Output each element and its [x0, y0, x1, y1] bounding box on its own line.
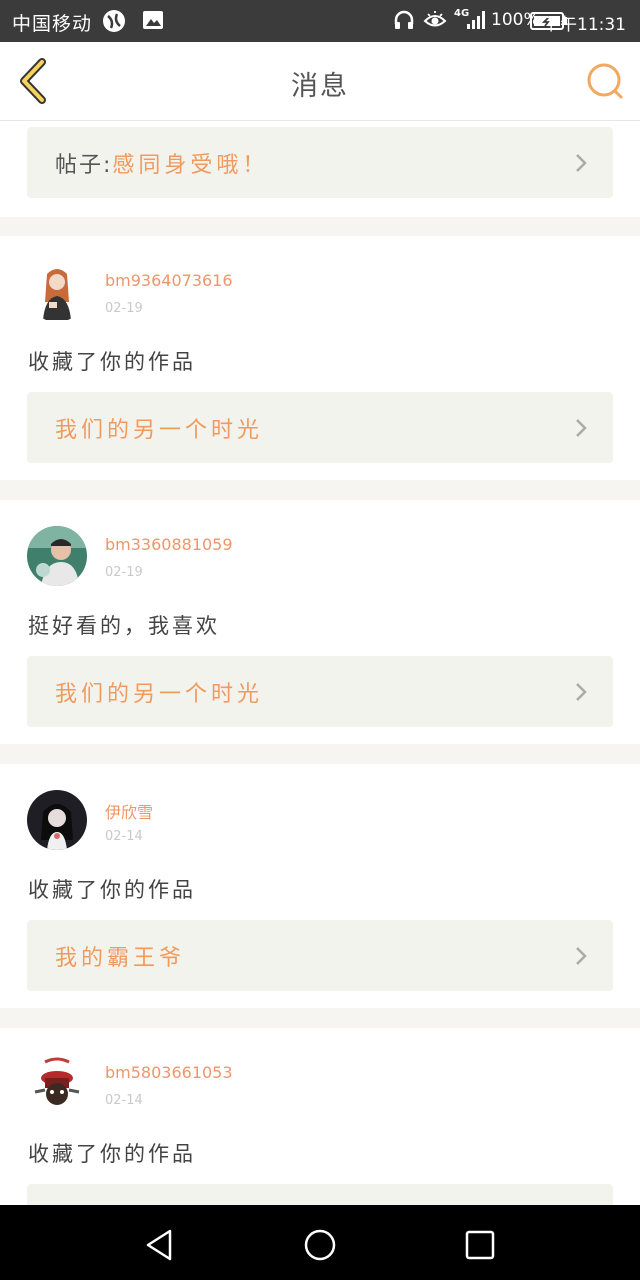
username[interactable]: bm5803661053 — [105, 1063, 233, 1082]
chevron-right-icon — [576, 154, 587, 172]
post-link-card[interactable]: 帖子:感同身受哦！ — [27, 127, 613, 198]
work-link-card[interactable] — [27, 1184, 613, 1205]
clock: 下午11:31 — [543, 15, 626, 35]
message-text: 收藏了你的作品 — [28, 1142, 196, 1166]
post-prefix: 帖子: — [55, 153, 113, 178]
signal-icon — [467, 11, 485, 29]
user-avatar[interactable] — [27, 526, 87, 586]
work-link-card[interactable]: 我们的另一个时光 — [27, 392, 613, 463]
timestamp: 02-14 — [105, 1093, 143, 1108]
browser-icon — [103, 10, 125, 32]
message-text: 收藏了你的作品 — [28, 350, 196, 374]
timestamp: 02-14 — [105, 829, 143, 844]
page-title: 消息 — [291, 71, 349, 102]
eye-comfort-icon — [423, 11, 447, 27]
list-item: bm9364073616 02-19 收藏了你的作品 我们的另一个时光 — [0, 236, 640, 480]
username[interactable]: bm3360881059 — [105, 535, 233, 554]
username[interactable]: 伊欣雪 — [105, 799, 153, 823]
user-avatar[interactable] — [27, 262, 87, 322]
chevron-right-icon — [576, 947, 587, 965]
message-text: 收藏了你的作品 — [28, 878, 196, 902]
timestamp: 02-19 — [105, 301, 143, 316]
image-notification-icon — [143, 11, 163, 29]
home-circle-icon[interactable] — [300, 1225, 340, 1265]
carrier-name: 中国移动 — [12, 13, 93, 35]
user-avatar[interactable] — [27, 1054, 87, 1114]
list-item: bm3360881059 02-19 挺好看的，我喜欢 我们的另一个时光 — [0, 500, 640, 744]
list-item: bm5803661053 02-14 收藏了你的作品 — [0, 1028, 640, 1205]
back-triangle-icon[interactable] — [140, 1225, 180, 1265]
timestamp: 02-19 — [105, 565, 143, 580]
user-avatar[interactable] — [27, 790, 87, 850]
work-title: 我们的另一个时光 — [55, 418, 264, 443]
system-navigation-bar — [0, 1205, 640, 1280]
chevron-right-icon — [576, 683, 587, 701]
status-bar: 中国移动 4G 100% 下午11:31 — [0, 0, 640, 42]
search-icon[interactable] — [584, 60, 626, 102]
recents-square-icon[interactable] — [460, 1225, 500, 1265]
message-list: 帖子:感同身受哦！ bm9364073616 02-19 收藏了你的作品 我们的… — [0, 121, 640, 1205]
list-item: 帖子:感同身受哦！ — [0, 121, 640, 217]
chevron-right-icon — [576, 419, 587, 437]
work-link-card[interactable]: 我的霸王爷 — [27, 920, 613, 991]
post-title: 感同身受哦！ — [112, 153, 269, 178]
app-header: 消息 — [0, 42, 640, 121]
username[interactable]: bm9364073616 — [105, 271, 233, 290]
work-title: 我的霸王爷 — [55, 946, 186, 971]
headphones-icon — [394, 10, 414, 29]
work-title: 我们的另一个时光 — [55, 682, 264, 707]
message-text: 挺好看的，我喜欢 — [28, 614, 220, 638]
list-item: 伊欣雪 02-14 收藏了你的作品 我的霸王爷 — [0, 764, 640, 1008]
work-link-card[interactable]: 我们的另一个时光 — [27, 656, 613, 727]
